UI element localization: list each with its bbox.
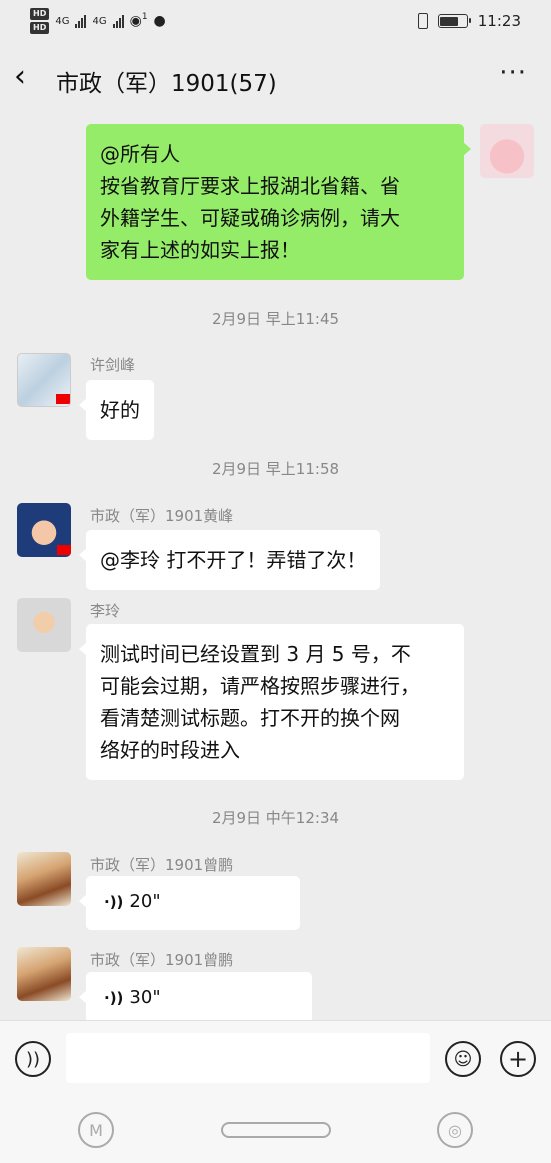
voice-wave-icon: ·)) — [104, 989, 124, 1007]
message-text: 好的 — [100, 398, 140, 422]
battery-icon — [437, 14, 471, 28]
vibrate-icon — [417, 13, 428, 29]
message-line: 外籍学生、可疑或确诊病例，请大 — [100, 206, 400, 230]
message-line: 测试时间已经设置到 3 月 5 号，不 — [100, 642, 411, 666]
message-line: 可能会过期，请严格按照步骤进行， — [100, 674, 420, 698]
wifi-icon: ◉ — [129, 13, 142, 29]
status-bar: HD HD 4G 4G ◉ 1 ● 11:23 — [0, 0, 551, 46]
message-bubble[interactable]: 好的 — [79, 380, 154, 440]
timestamp: 2月9日 早上11:58 — [211, 460, 340, 478]
wifi-label: 1 — [141, 12, 148, 22]
avatar-zengpeng[interactable] — [17, 852, 71, 906]
voice-duration: 30" — [129, 987, 161, 1008]
sender-name: 市政（军）1901曾鹏 — [90, 951, 234, 969]
input-bar: )) ☺ + — [0, 1020, 551, 1096]
hd-badge-1: HD — [30, 8, 50, 20]
signal-icon — [75, 14, 87, 28]
chat-title: 市政（军）1901(57) — [56, 71, 277, 97]
avatar-xujianfeng[interactable] — [17, 353, 71, 407]
avatar-zengpeng[interactable] — [17, 947, 71, 1001]
message-input[interactable] — [66, 1033, 430, 1083]
sender-name: 市政（军）1901黄峰 — [90, 507, 234, 525]
assistant-icon[interactable]: ◎ — [437, 1112, 473, 1148]
network-type-1: 4G — [55, 15, 70, 27]
message-bubble[interactable]: @李玲 打不开了！弄错了次！ — [78, 530, 381, 590]
avatar-self[interactable] — [480, 124, 534, 178]
timestamp: 2月9日 早上11:45 — [211, 310, 340, 328]
more-options-button[interactable]: ··· — [499, 58, 527, 88]
sender-name: 许剑峰 — [90, 356, 136, 374]
signal-area: HD HD 4G 4G ◉ 1 ● — [30, 8, 166, 34]
hd-badge-2: HD — [30, 22, 50, 34]
emoji-icon[interactable]: ☺ — [445, 1041, 481, 1077]
avatar-liling[interactable] — [17, 598, 71, 652]
voice-wave-icon: ·)) — [104, 893, 124, 911]
network-type-2: 4G — [92, 15, 107, 27]
back-icon[interactable]: ‹ — [14, 62, 26, 92]
message-line: 按省教育厅要求上报湖北省籍、省 — [100, 174, 400, 198]
voice-duration: 20" — [129, 891, 161, 912]
voice-mode-icon[interactable]: )) — [15, 1041, 51, 1077]
signal-icon-2 — [112, 14, 124, 28]
message-line: 看清楚测试标题。打不开的换个网 — [100, 706, 400, 730]
chat-header: ‹ 市政（军）1901(57) ··· — [0, 50, 551, 110]
recent-apps-icon[interactable]: M — [78, 1112, 114, 1148]
message-notification-icon: ● — [153, 13, 166, 29]
avatar-huangfeng[interactable] — [17, 503, 71, 557]
chat-message-list[interactable]: @所有人 按省教育厅要求上报湖北省籍、省 外籍学生、可疑或确诊病例，请大 家有上… — [0, 110, 551, 1020]
system-navigation: M ◎ — [0, 1096, 551, 1163]
message-text: @李玲 打不开了！弄错了次！ — [100, 548, 367, 572]
clock: 11:23 — [477, 12, 521, 30]
sender-name: 市政（军）1901曾鹏 — [90, 856, 234, 874]
message-bubble-self[interactable]: @所有人 按省教育厅要求上报湖北省籍、省 外籍学生、可疑或确诊病例，请大 家有上… — [86, 124, 471, 280]
message-line: @所有人 — [100, 142, 180, 166]
message-bubble[interactable]: 测试时间已经设置到 3 月 5 号，不 可能会过期，请严格按照步骤进行， 看清楚… — [79, 624, 464, 780]
sender-name: 李玲 — [90, 602, 121, 620]
voice-message-bubble[interactable]: ·)) 20" — [79, 876, 300, 930]
plus-icon[interactable]: + — [500, 1041, 536, 1077]
message-line: 络好的时段进入 — [100, 738, 240, 762]
voice-message-bubble[interactable]: ·)) 30" — [79, 972, 312, 1020]
home-gesture-bar[interactable] — [221, 1122, 331, 1138]
message-line: 家有上述的如实上报！ — [100, 238, 300, 262]
status-right: 11:23 — [417, 12, 521, 30]
timestamp: 2月9日 中午12:34 — [211, 809, 340, 827]
